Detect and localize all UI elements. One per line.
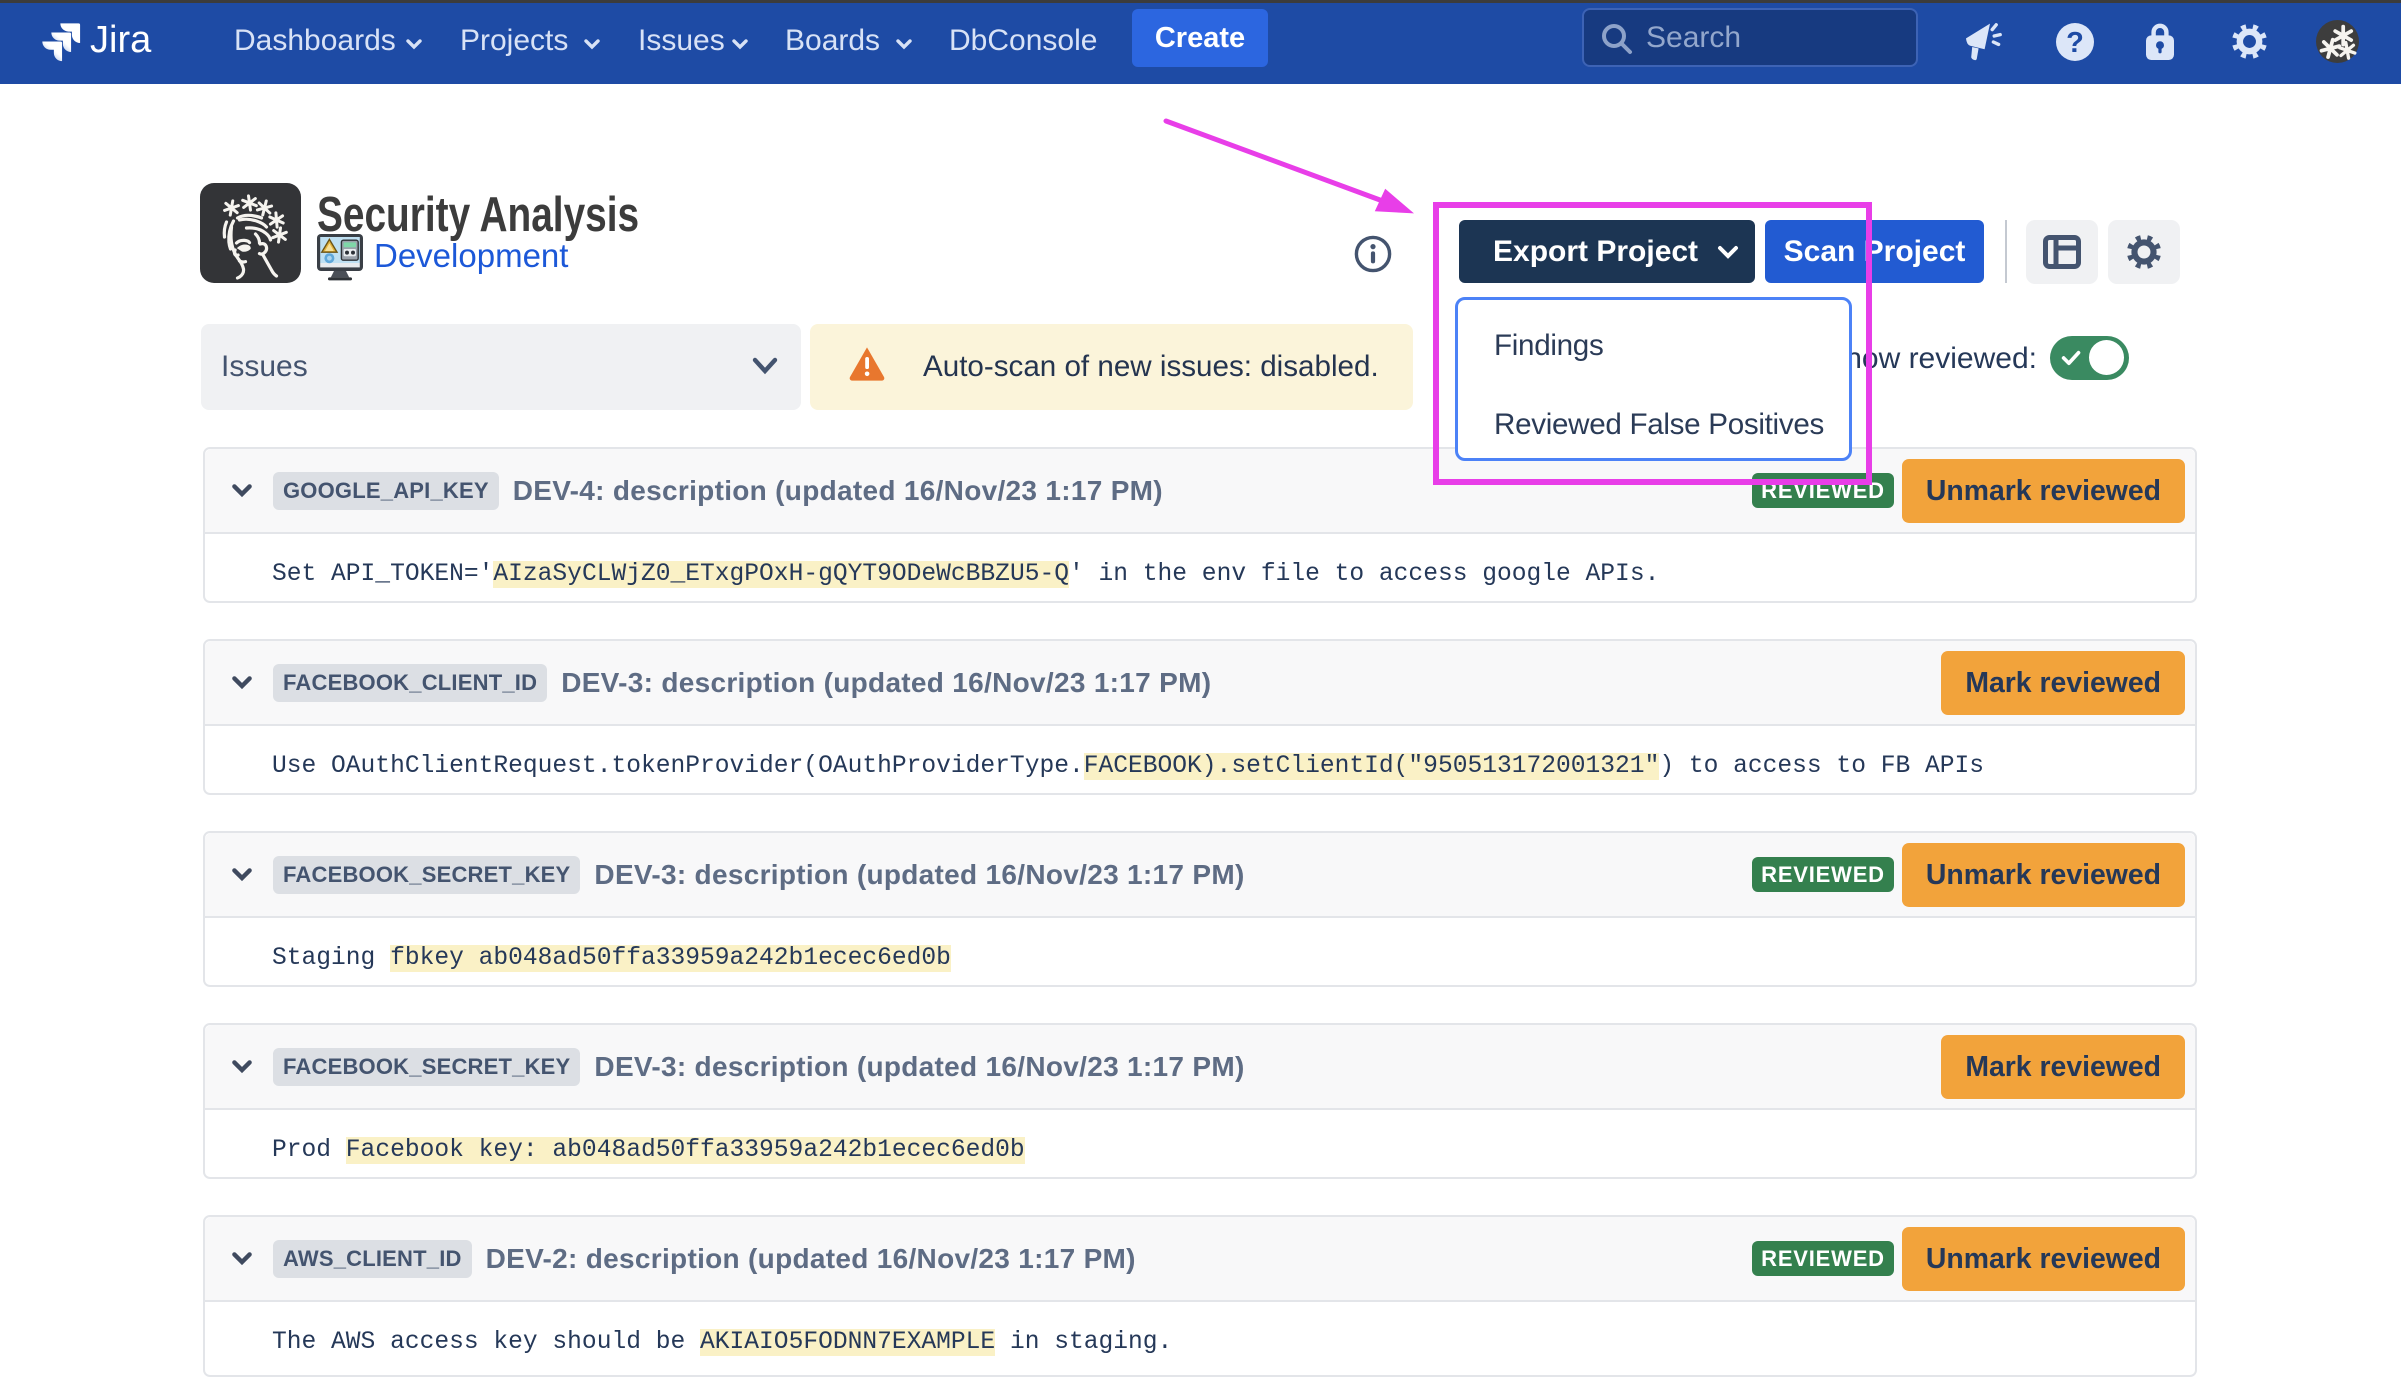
svg-text:?: ?: [2066, 27, 2084, 59]
